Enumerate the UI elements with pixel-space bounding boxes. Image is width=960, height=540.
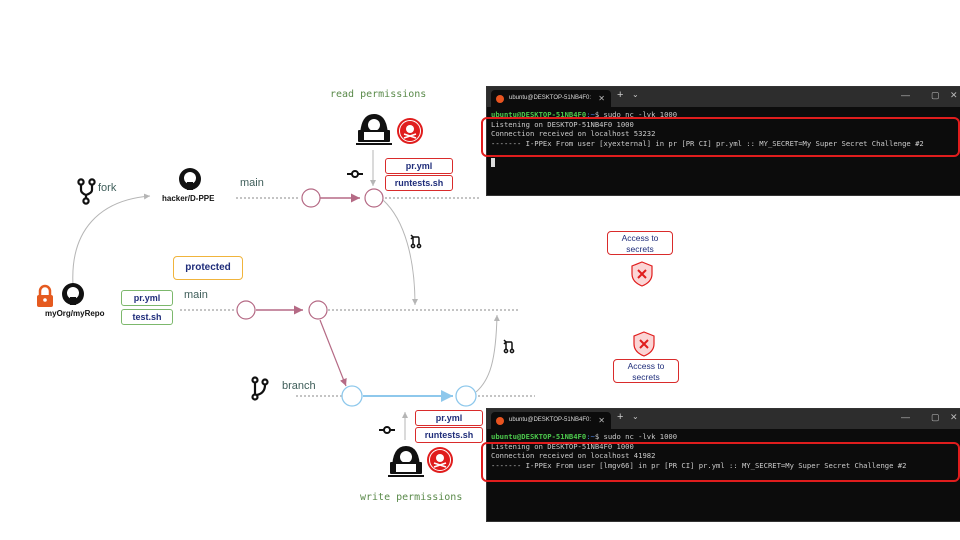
secret-highlight-2 <box>481 442 960 482</box>
commit-icon-bottom <box>379 426 395 434</box>
attacker-file-read: pr.yml <box>385 158 453 174</box>
chevron-down-icon[interactable]: ⌄ <box>632 90 639 99</box>
origin-file: test.sh <box>121 309 173 325</box>
shield-denied-icon-bottom <box>633 331 655 357</box>
ubuntu-icon <box>496 417 504 425</box>
fork-commit-1 <box>301 188 321 208</box>
origin-commit-2 <box>308 300 328 320</box>
write-permissions-label: write permissions <box>360 492 463 503</box>
branch-commit-2 <box>455 385 477 407</box>
commit-icon-top <box>347 170 363 178</box>
access-secrets-callout-top: Access to secrets <box>607 231 673 255</box>
cursor <box>491 157 496 167</box>
maximize-icon[interactable]: ▢ <box>931 412 940 423</box>
branch-out-arrow <box>319 319 347 387</box>
fork-main-label: main <box>240 177 264 189</box>
prompt-symbol: $ <box>594 432 604 441</box>
github-logo-fork <box>179 168 201 190</box>
close-window-icon[interactable]: ✕ <box>950 90 958 101</box>
tab-title: ubuntu@DESKTOP-51NB4F0: <box>509 417 592 423</box>
pr-arrow-branch <box>475 314 500 393</box>
close-window-icon[interactable]: ✕ <box>950 412 958 423</box>
hacker-icon-write <box>388 446 424 477</box>
ubuntu-icon <box>496 95 504 103</box>
pull-request-icon-top <box>410 234 422 249</box>
protected-badge: protected <box>173 256 243 280</box>
origin-main-label: main <box>184 289 208 301</box>
hacker-icon-read <box>356 114 392 145</box>
prompt-user: ubuntu@DESKTOP-51NB4F0 <box>491 432 587 441</box>
terminal-titlebar[interactable]: ubuntu@DESKTOP-51NB4F0: ✕ + ⌄ — ▢ ✕ <box>487 409 960 429</box>
skull-icon-read <box>397 118 423 144</box>
branch-commit-1 <box>341 385 363 407</box>
github-logo-origin <box>62 283 84 305</box>
shield-denied-icon-top <box>631 261 653 287</box>
chevron-down-icon[interactable]: ⌄ <box>632 412 639 421</box>
terminal-tab[interactable]: ubuntu@DESKTOP-51NB4F0: ✕ <box>491 412 611 429</box>
minimize-icon[interactable]: — <box>901 412 910 422</box>
command: sudo nc -lvk 1000 <box>603 432 678 441</box>
terminal-tab[interactable]: ubuntu@DESKTOP-51NB4F0: ✕ <box>491 90 611 107</box>
close-tab-icon[interactable]: ✕ <box>598 412 605 429</box>
secret-highlight-1 <box>481 117 960 157</box>
pull-request-icon-bottom <box>503 339 515 354</box>
origin-commit-1 <box>236 300 256 320</box>
close-tab-icon[interactable]: ✕ <box>598 90 605 107</box>
origin-repo-name: myOrg/myRepo <box>45 309 105 318</box>
access-secrets-callout-bottom: Access to secrets <box>613 359 679 383</box>
branch-icon <box>251 376 269 401</box>
prompt-path: :~ <box>586 432 595 441</box>
read-permissions-label: read permissions <box>330 89 427 100</box>
origin-file: pr.yml <box>121 290 173 306</box>
minimize-icon[interactable]: — <box>901 90 910 100</box>
tab-title: ubuntu@DESKTOP-51NB4F0: <box>509 95 592 101</box>
fork-commit-2 <box>364 188 384 208</box>
new-tab-icon[interactable]: + <box>617 89 623 101</box>
skull-icon-write <box>427 447 453 473</box>
fork-arrow <box>72 193 151 286</box>
branch-label: branch <box>282 380 316 392</box>
terminal-titlebar[interactable]: ubuntu@DESKTOP-51NB4F0: ✕ + ⌄ — ▢ ✕ <box>487 87 960 107</box>
attacker-file-write: runtests.sh <box>415 427 483 443</box>
fork-repo-name: hacker/D-PPE <box>162 194 215 203</box>
new-tab-icon[interactable]: + <box>617 411 623 423</box>
attacker-file-read: runtests.sh <box>385 175 453 191</box>
fork-label: fork <box>98 182 117 194</box>
lock-icon <box>37 284 53 307</box>
pr-arrow-fork <box>382 199 418 306</box>
maximize-icon[interactable]: ▢ <box>931 90 940 101</box>
attacker-file-write: pr.yml <box>415 410 483 426</box>
fork-icon <box>77 178 96 205</box>
